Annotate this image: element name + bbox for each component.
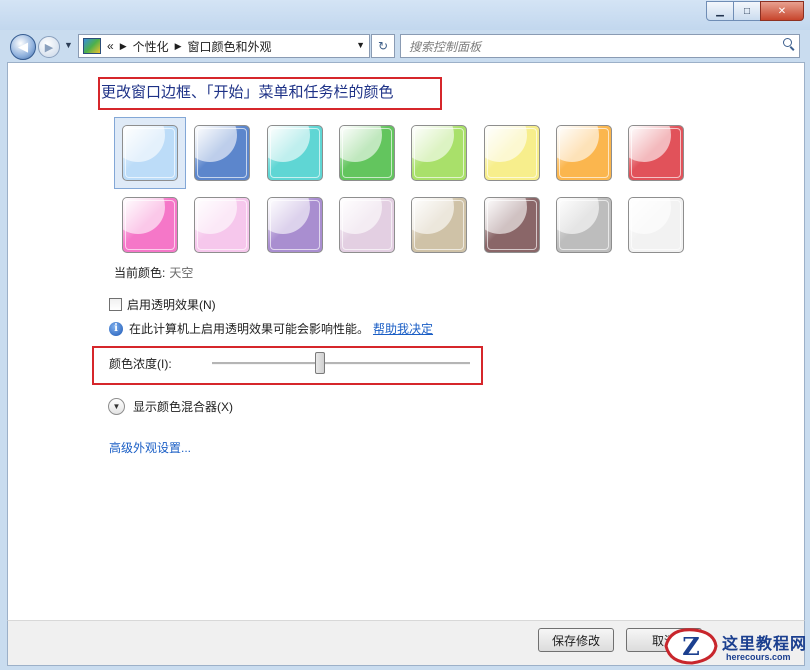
refresh-icon: ↻ xyxy=(377,39,389,53)
search-input[interactable]: 搜索控制面板 xyxy=(409,38,481,55)
arrow-left-icon: ◀ xyxy=(18,39,28,54)
color-swatch-dusk[interactable] xyxy=(267,197,323,253)
breadcrumb-separator-icon[interactable]: ▶ xyxy=(175,41,182,52)
watermark-title: 这里教程网 xyxy=(722,634,808,653)
color-swatch-lime[interactable] xyxy=(411,125,467,181)
breadcrumb: « ▶ 个性化 ▶ 窗口颜色和外观 xyxy=(107,38,272,55)
minimize-button[interactable]: ▁ xyxy=(706,1,734,21)
color-swatch-chocolate[interactable] xyxy=(484,197,540,253)
info-icon: i xyxy=(109,321,123,336)
color-swatch-lavender[interactable] xyxy=(339,197,395,253)
color-mixer-toggle[interactable]: ▼ 显示颜色混合器(X) xyxy=(108,398,233,415)
color-swatch-frost[interactable] xyxy=(628,197,684,253)
performance-info: i 在此计算机上启用透明效果可能会影响性能。 帮助我决定 xyxy=(109,320,433,337)
breadcrumb-separator-icon[interactable]: ▶ xyxy=(120,41,127,52)
window-controls: ▁ □ ✕ xyxy=(706,1,804,21)
recent-pages-dropdown[interactable]: ▼ xyxy=(64,40,73,50)
highlight-box-intensity xyxy=(92,346,483,385)
current-color: 当前颜色: 天空 xyxy=(114,264,193,281)
watermark-logo-letter: Z xyxy=(682,632,700,661)
address-dropdown-icon[interactable]: ▼ xyxy=(356,40,365,50)
transparency-option[interactable]: 启用透明效果(N) xyxy=(109,296,216,313)
back-button[interactable]: ◀ xyxy=(10,34,36,60)
highlight-box-title xyxy=(98,77,442,110)
color-swatch-taupe[interactable] xyxy=(411,197,467,253)
color-swatch-twilight[interactable] xyxy=(194,125,250,181)
info-text: 在此计算机上启用透明效果可能会影响性能。 xyxy=(129,322,370,336)
navigation-bar: ◀ ▶ ▼ « ▶ 个性化 ▶ 窗口颜色和外观 ▼ ↻ 搜索控制面板 xyxy=(0,30,810,62)
current-color-value: 天空 xyxy=(169,266,194,280)
help-me-decide-link[interactable]: 帮助我决定 xyxy=(373,320,433,337)
arrow-right-icon: ▶ xyxy=(44,41,54,54)
title-bar: ▁ □ ✕ xyxy=(0,0,810,30)
transparency-label[interactable]: 启用透明效果(N) xyxy=(127,296,216,313)
color-swatch-lightning[interactable] xyxy=(484,125,540,181)
color-swatch-bubblegum[interactable] xyxy=(122,197,178,253)
color-swatch-sky[interactable] xyxy=(122,125,178,181)
color-swatch-sea[interactable] xyxy=(267,125,323,181)
color-swatch-blush[interactable] xyxy=(628,125,684,181)
watermark-logo-icon: Z xyxy=(664,628,718,665)
address-bar[interactable]: « ▶ 个性化 ▶ 窗口颜色和外观 ▼ xyxy=(78,34,370,58)
breadcrumb-item-personalization[interactable]: 个性化 xyxy=(133,38,169,55)
save-changes-button[interactable]: 保存修改 xyxy=(538,628,614,652)
control-panel-icon xyxy=(83,38,101,54)
watermark-url: herecours.com xyxy=(726,652,791,662)
color-swatch-slate[interactable] xyxy=(556,197,612,253)
search-icon[interactable] xyxy=(783,38,794,49)
advanced-appearance-link[interactable]: 高级外观设置... xyxy=(109,439,191,456)
refresh-button[interactable]: ↻ xyxy=(371,34,395,58)
color-swatch-leaf[interactable] xyxy=(339,125,395,181)
color-swatch-pumpkin[interactable] xyxy=(556,125,612,181)
transparency-checkbox[interactable] xyxy=(109,298,122,311)
breadcrumb-overflow-chevron[interactable]: « xyxy=(107,39,114,53)
search-box[interactable]: 搜索控制面板 xyxy=(400,34,800,58)
chevron-down-icon: ▼ xyxy=(64,40,73,50)
breadcrumb-item-window-color[interactable]: 窗口颜色和外观 xyxy=(188,38,272,55)
maximize-button[interactable]: □ xyxy=(733,1,761,21)
expand-chevron-icon[interactable]: ▼ xyxy=(108,398,125,415)
color-swatch-blossom[interactable] xyxy=(194,197,250,253)
close-button[interactable]: ✕ xyxy=(760,1,804,21)
color-mixer-label[interactable]: 显示颜色混合器(X) xyxy=(133,398,233,415)
forward-button[interactable]: ▶ xyxy=(38,36,60,58)
current-color-label: 当前颜色: xyxy=(114,266,166,280)
